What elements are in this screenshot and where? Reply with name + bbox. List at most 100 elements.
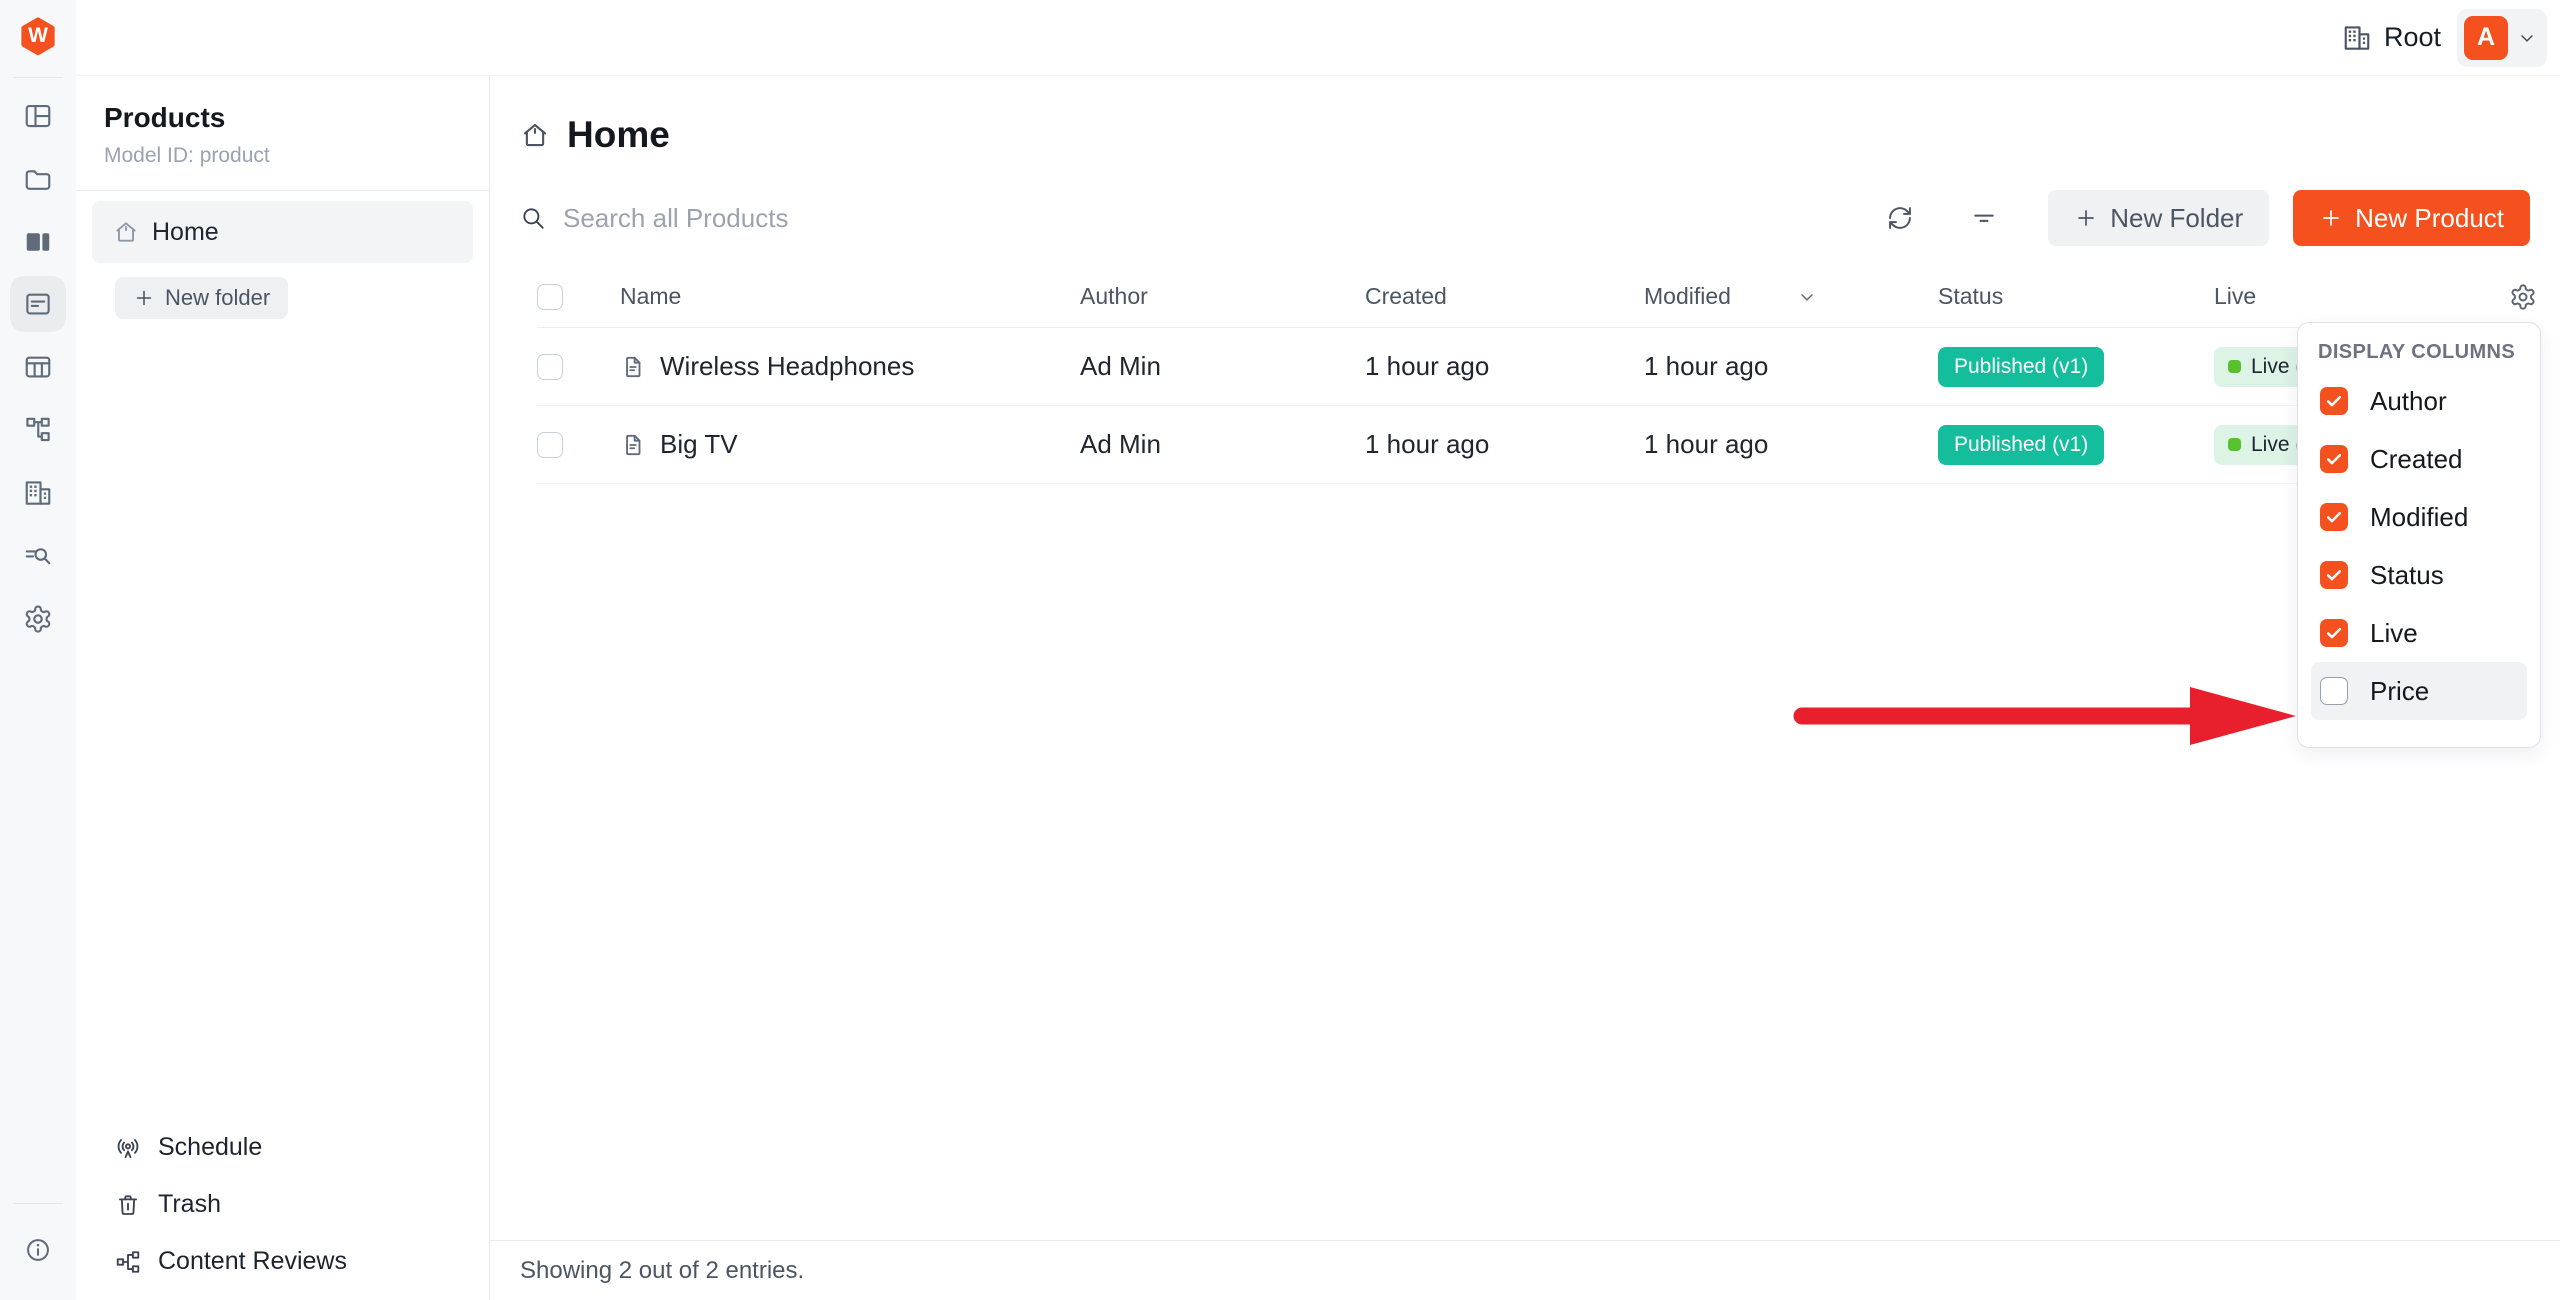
filter-button[interactable] [1962,196,2006,240]
rail-item-folders[interactable] [10,152,66,208]
table-icon [23,352,53,382]
new-folder-button[interactable]: New Folder [2048,190,2269,246]
refresh-button[interactable] [1878,196,1922,240]
column-toggle-created[interactable]: Created [2311,430,2527,488]
select-all-checkbox[interactable] [537,284,563,310]
checkbox-checked[interactable] [2320,503,2348,531]
search-input[interactable] [563,203,1263,234]
live-badge-label: Live ( [2251,355,2302,379]
rail-item-workflows[interactable] [10,402,66,458]
column-toggle-author[interactable]: Author [2311,372,2527,430]
logo-letter: W [19,16,57,56]
rail-item-page-builder[interactable] [10,214,66,270]
entry-modified: 1 hour ago [1644,351,1938,382]
sidebar-item-home[interactable]: Home [92,201,473,263]
column-toggle-modified[interactable]: Modified [2311,488,2527,546]
refresh-icon [1886,204,1914,232]
column-header-modified[interactable]: Modified [1644,283,1938,310]
page-title: Home [567,114,670,156]
entry-name: Wireless Headphones [660,351,914,382]
entry-created: 1 hour ago [1365,429,1644,460]
table-row[interactable]: Big TV Ad Min 1 hour ago 1 hour ago Publ… [537,406,2537,484]
column-header-live[interactable]: Live [2214,283,2467,310]
live-badge-label: Live ( [2251,433,2302,457]
new-product-button[interactable]: New Product [2293,190,2530,246]
checkbox-checked[interactable] [2320,445,2348,473]
table-header-row: Name Author Created Modified Status Live [537,266,2537,328]
tenant-selector[interactable]: Root [2342,22,2441,53]
table-row[interactable]: Wireless Headphones Ad Min 1 hour ago 1 … [537,328,2537,406]
model-id: Model ID: product [104,144,461,168]
settings-icon [23,604,53,634]
check-icon [2324,565,2344,585]
avatar: A [2464,16,2508,60]
sidebar-item-label: Schedule [158,1133,262,1162]
rail-item-dashboard[interactable] [10,88,66,144]
file-icon [620,432,646,458]
column-header-created[interactable]: Created [1365,283,1644,310]
search-box [520,203,1878,234]
column-toggle-status[interactable]: Status [2311,546,2527,604]
column-toggle-price[interactable]: Price [2311,662,2527,720]
sidebar: Products Model ID: product Home New fold… [76,76,490,1300]
sidebar-bottom-nav: Schedule Trash Content Reviews [76,1119,489,1290]
trash-icon [115,1192,141,1218]
sidebar-new-folder-button[interactable]: New folder [115,277,288,319]
column-toggle-label: Live [2370,618,2418,649]
row-checkbox[interactable] [537,354,563,380]
column-settings-button[interactable] [2467,283,2537,311]
top-bar: Root A [76,0,2560,76]
row-checkbox[interactable] [537,432,563,458]
entry-created: 1 hour ago [1365,351,1644,382]
entry-name-cell[interactable]: Wireless Headphones [620,351,1080,382]
chevron-down-icon [1797,287,1817,307]
column-header-author[interactable]: Author [1080,283,1365,310]
column-header-name[interactable]: Name [620,283,1080,310]
new-folder-button-label: New Folder [2110,203,2243,234]
sidebar-item-schedule[interactable]: Schedule [76,1119,489,1176]
checkbox-checked[interactable] [2320,619,2348,647]
toolbar: New Folder New Product [520,188,2530,248]
plus-icon [2319,206,2343,230]
column-toggle-label: Status [2370,560,2444,591]
live-dot-icon [2228,360,2241,373]
webiny-logo[interactable]: W [19,16,57,56]
icon-rail: W [0,0,76,1300]
gear-icon [2509,283,2537,311]
model-title: Products [104,102,461,134]
checkbox-unchecked[interactable] [2320,677,2348,705]
search-list-icon [23,542,53,572]
column-toggle-live[interactable]: Live [2311,604,2527,662]
check-icon [2324,507,2344,527]
live-dot-icon [2228,438,2241,451]
new-product-button-label: New Product [2355,203,2504,234]
plus-icon [2074,206,2098,230]
rail-item-info[interactable] [10,1222,66,1278]
table-footer: Showing 2 out of 2 entries. [490,1240,2560,1300]
column-toggle-label: Price [2370,676,2429,707]
column-header-status[interactable]: Status [1938,283,2214,310]
checkbox-checked[interactable] [2320,561,2348,589]
rail-item-structures[interactable] [10,339,66,395]
panel-title: DISPLAY COLUMNS [2318,341,2527,364]
entry-name: Big TV [660,429,738,460]
entry-name-cell[interactable]: Big TV [620,429,1080,460]
split-view-icon [23,227,53,257]
sidebar-item-label: Content Reviews [158,1247,347,1276]
rail-item-tenants[interactable] [10,465,66,521]
sidebar-item-trash[interactable]: Trash [76,1176,489,1233]
sidebar-item-content-reviews[interactable]: Content Reviews [76,1233,489,1290]
sidebar-header: Products Model ID: product [76,76,489,191]
rail-item-audit-logs[interactable] [10,529,66,585]
account-menu[interactable]: A [2457,9,2547,67]
checkbox-checked[interactable] [2320,387,2348,415]
folder-icon [23,165,53,195]
rail-item-headless-cms[interactable] [10,276,66,332]
column-toggle-label: Author [2370,386,2447,417]
rail-item-settings[interactable] [10,591,66,647]
check-icon [2324,449,2344,469]
plus-icon [133,287,155,309]
search-icon [520,205,546,231]
layout-icon [23,101,53,131]
entries-icon [23,289,53,319]
